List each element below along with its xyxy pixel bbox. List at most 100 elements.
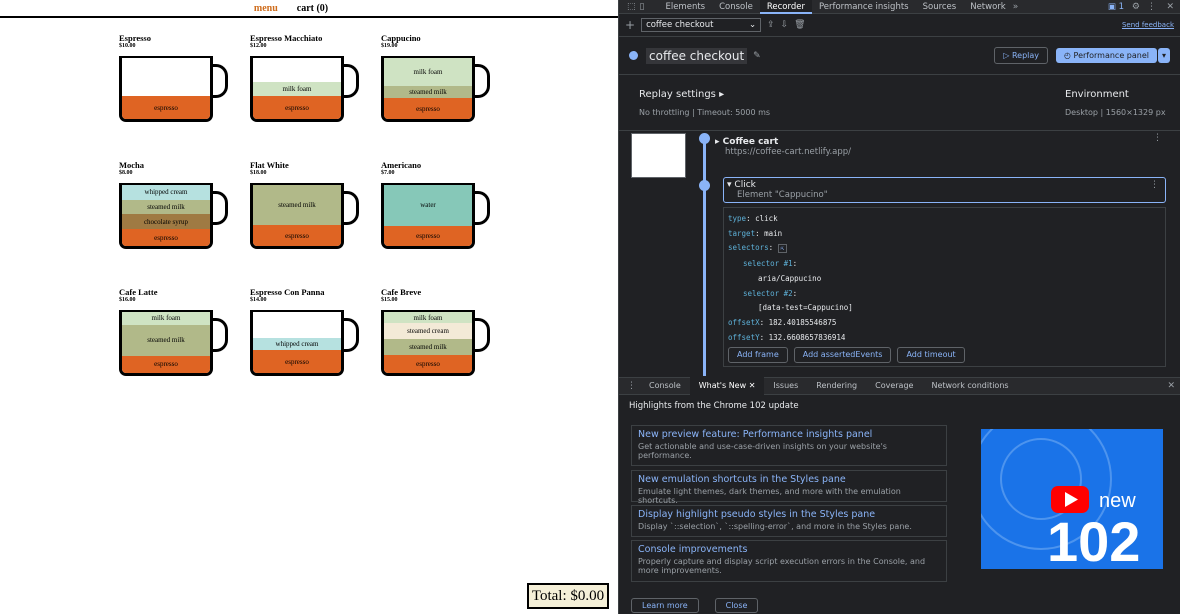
cup-handle <box>472 318 490 352</box>
item-name: Cafe Breve <box>381 287 422 297</box>
drawer-tab-coverage[interactable]: Coverage <box>866 377 922 395</box>
tab-network[interactable]: Network <box>963 0 1013 14</box>
ingredient-layer: espresso <box>122 355 210 373</box>
step-1-title: Coffee cart <box>722 137 779 147</box>
news-title[interactable]: New emulation shortcuts in the Styles pa… <box>638 474 940 485</box>
code-key: selector #1 <box>743 259 793 269</box>
step-click[interactable]: ▾ Click Element "Cappucino" ⋮ <box>723 177 1166 203</box>
item-price: $12.00 <box>250 43 267 49</box>
ingredient-layer: whipped cream <box>122 185 210 200</box>
code-value[interactable]: 182.40185546875 <box>769 318 837 327</box>
chrome-102-promo-video[interactable]: new 102 <box>981 429 1163 569</box>
play-icon: ▷ <box>1003 51 1010 60</box>
nav-menu-link[interactable]: menu <box>254 3 278 16</box>
issues-count: 1 <box>1118 1 1124 12</box>
news-item[interactable]: New preview feature: Performance insight… <box>631 425 947 466</box>
cup-handle <box>210 191 228 225</box>
tab-performance-insights[interactable]: Performance insights <box>812 0 916 14</box>
cup-handle <box>472 191 490 225</box>
code-key: target <box>728 228 756 238</box>
item-name: Espresso Macchiato <box>250 33 323 43</box>
ingredient-layer: espresso <box>384 98 472 119</box>
close-icon[interactable]: ✕ <box>1166 2 1174 12</box>
news-title[interactable]: Console improvements <box>638 544 940 555</box>
device-toggle-icon[interactable]: ▯ <box>640 2 645 12</box>
add-frame-button[interactable]: Add frame <box>728 347 788 364</box>
drawer-tab-issues[interactable]: Issues <box>764 377 807 395</box>
learn-more-button[interactable]: Learn more <box>631 598 699 613</box>
drawer-menu-icon[interactable]: ⋮ <box>627 381 636 391</box>
coffee-cup[interactable]: whipped cream steamed milk chocolate syrup… <box>119 183 213 249</box>
nav-cart-link[interactable]: cart (0) <box>297 3 328 16</box>
code-value[interactable]: [data-test=Cappucino] <box>758 301 1161 316</box>
checkout-total-button[interactable]: Total: $0.00 <box>527 583 609 609</box>
export-icon[interactable]: ⇪ <box>767 20 775 30</box>
coffee-cup[interactable]: whipped cream espresso <box>250 310 344 376</box>
coffee-cup[interactable]: milk foam steamed milk espresso <box>119 310 213 376</box>
tab-elements[interactable]: Elements <box>658 0 712 14</box>
tab-sources[interactable]: Sources <box>916 0 964 14</box>
kebab-menu-icon[interactable]: ⋮ <box>1147 2 1156 12</box>
throttling-value[interactable]: No throttling <box>639 108 690 117</box>
cup-handle <box>472 64 490 98</box>
whats-new-footer: Learn more Close <box>631 598 759 613</box>
more-tabs-icon[interactable]: » <box>1013 2 1019 12</box>
coffee-cup[interactable]: espresso <box>119 56 213 122</box>
news-item[interactable]: New emulation shortcuts in the Styles pa… <box>631 470 947 505</box>
step-1-url: https://coffee-cart.netlify.app/ <box>725 147 852 157</box>
recording-select[interactable]: coffee checkout ⌄ <box>641 18 762 32</box>
send-feedback-link[interactable]: Send feedback <box>1122 21 1174 29</box>
news-title[interactable]: Display highlight pseudo styles in the S… <box>638 509 940 520</box>
gear-icon[interactable]: ⚙ <box>1132 2 1140 12</box>
news-item[interactable]: Display highlight pseudo styles in the S… <box>631 505 947 537</box>
add-timeout-button[interactable]: Add timeout <box>897 347 965 364</box>
issues-badge[interactable]: ▣ 1 <box>1108 2 1124 12</box>
code-value[interactable]: aria/Cappucino <box>758 272 1161 287</box>
step-1-menu-icon[interactable]: ⋮ <box>1153 133 1162 143</box>
drawer-tab-whats-new[interactable]: What's New ✕ <box>689 377 765 395</box>
drawer-tab-rendering[interactable]: Rendering <box>807 377 866 395</box>
inspect-icon[interactable]: ⬚ <box>627 2 636 12</box>
drawer-tab-network-conditions[interactable]: Network conditions <box>922 377 1017 395</box>
code-value[interactable]: 132.6608657836914 <box>769 333 846 342</box>
coffee-cup[interactable]: milk foam steamed milk espresso <box>381 56 475 122</box>
add-recording-icon[interactable]: + <box>625 18 635 32</box>
news-item[interactable]: Console improvements Properly capture an… <box>631 540 947 582</box>
drawer-tab-console[interactable]: Console <box>640 377 690 395</box>
recording-header: coffee checkout ✎ ▷ Replay ◴ Performance… <box>619 37 1180 75</box>
coffee-cup[interactable]: milk foam espresso <box>250 56 344 122</box>
replay-button[interactable]: ▷ Replay <box>994 47 1049 64</box>
delete-icon[interactable]: 🗑 <box>794 20 805 30</box>
code-value[interactable]: main <box>764 229 782 238</box>
step-2-subtitle: Element "Cappucino" <box>737 190 828 200</box>
performance-panel-button[interactable]: ◴ Performance panel <box>1056 48 1157 63</box>
add-asserted-events-button[interactable]: Add assertedEvents <box>793 347 892 364</box>
ingredient-layer: espresso <box>253 96 341 119</box>
code-value[interactable]: click <box>755 214 778 223</box>
step-2-menu-icon[interactable]: ⋮ <box>1150 180 1159 190</box>
coffee-cup[interactable]: steamed milk espresso <box>250 183 344 249</box>
close-icon[interactable]: ✕ <box>749 381 756 390</box>
replay-options-dropdown[interactable]: ▾ <box>1157 48 1170 63</box>
ingredient-layer: milk foam <box>122 312 210 325</box>
tab-console[interactable]: Console <box>712 0 760 14</box>
top-nav: menu cart (0) <box>0 0 618 18</box>
selector-picker-icon[interactable]: ⇱ <box>777 244 788 254</box>
recording-title[interactable]: coffee checkout <box>646 47 748 64</box>
code-key: offsetX <box>728 317 760 327</box>
close-button[interactable]: Close <box>714 598 759 613</box>
coffee-cup[interactable]: water espresso <box>381 183 475 249</box>
caret-down-icon: ▾ <box>727 180 732 190</box>
step-details-editor[interactable]: type: click target: main selectors: ⇱ se… <box>723 207 1166 367</box>
item-name: Espresso <box>119 33 151 43</box>
tab-recorder[interactable]: Recorder <box>759 0 812 14</box>
replay-label: Replay <box>1011 51 1040 60</box>
import-icon[interactable]: ⇩ <box>781 20 789 30</box>
step-navigate[interactable]: ▸ Coffee cart https://coffee-cart.netlif… <box>715 137 851 157</box>
close-drawer-icon[interactable]: ✕ <box>1167 381 1175 391</box>
coffee-cup[interactable]: milk foam steamed cream steamed milk espres… <box>381 310 475 376</box>
item-name: Flat White <box>250 160 289 170</box>
edit-pencil-icon[interactable]: ✎ <box>753 51 761 61</box>
news-title[interactable]: New preview feature: Performance insight… <box>638 429 940 440</box>
timeout-value[interactable]: Timeout: 5000 ms <box>697 108 770 117</box>
